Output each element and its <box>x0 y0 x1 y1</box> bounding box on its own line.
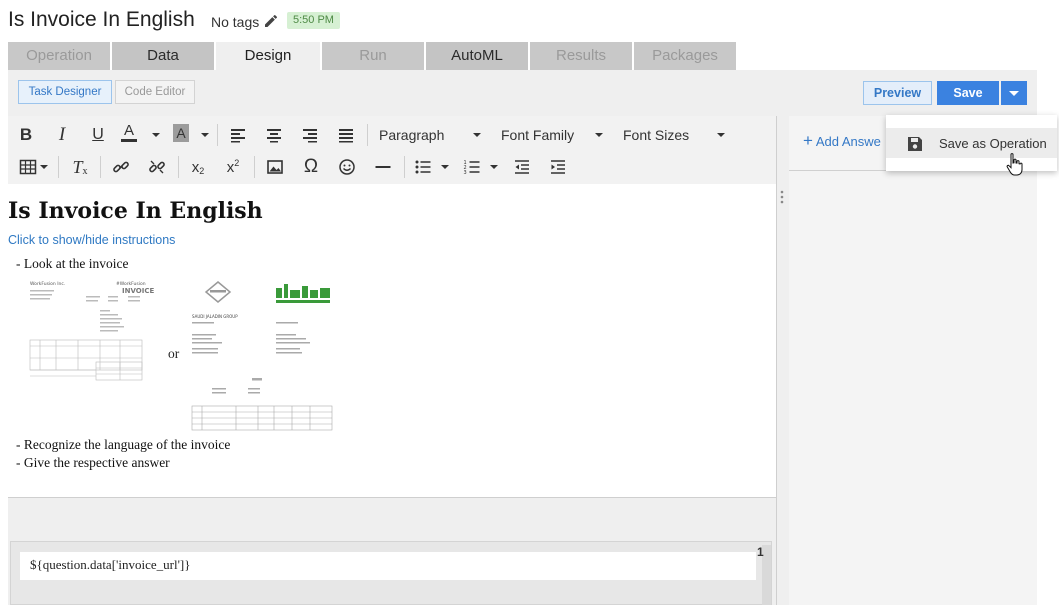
content-heading: Is Invoice In English <box>8 198 263 224</box>
underline-icon[interactable]: U <box>86 123 110 147</box>
invoice-sample-english: WorkFusion Inc. #WorkFusion INVOICE <box>18 276 166 432</box>
instruction-line-2: - Recognize the language of the invoice <box>16 437 231 452</box>
edit-pencil-icon[interactable] <box>263 13 279 29</box>
numbered-list-icon[interactable]: 123 <box>460 155 484 179</box>
tab-data[interactable]: Data <box>112 42 214 70</box>
page-title: Is Invoice In English <box>8 8 195 31</box>
save-dropdown-toggle[interactable] <box>1001 81 1027 105</box>
paragraph-caret-icon[interactable] <box>473 133 481 137</box>
editor-bottom-border <box>8 497 776 498</box>
numbered-list-caret-icon[interactable] <box>490 165 498 169</box>
toolbar-separator <box>178 156 179 178</box>
invoice-a-company: WorkFusion Inc. <box>30 281 65 287</box>
invoice-sample-arabic: SAUDI JALADIN GROUP <box>188 276 334 432</box>
horizontal-line-icon[interactable] <box>371 155 395 179</box>
tags-label[interactable]: No tags <box>211 14 259 30</box>
plus-icon: + <box>803 134 813 149</box>
floppy-disk-icon <box>907 136 923 152</box>
instruction-line-1: - Look at the invoice <box>16 256 129 271</box>
code-editor-button[interactable]: Code Editor <box>115 80 195 104</box>
template-index: 1 <box>757 545 764 559</box>
toolbar-separator <box>404 156 405 178</box>
preview-button[interactable]: Preview <box>863 81 932 105</box>
outdent-icon[interactable] <box>510 155 534 179</box>
bullet-list-caret-icon[interactable] <box>441 165 449 169</box>
special-character-icon[interactable]: Ω <box>299 155 323 179</box>
paragraph-select[interactable]: Paragraph <box>379 127 444 143</box>
font-sizes-caret-icon[interactable] <box>717 133 725 137</box>
subscript-icon[interactable]: x2 <box>186 155 210 179</box>
invoice-b-company: SAUDI JALADIN GROUP <box>192 314 238 319</box>
image-icon[interactable] <box>263 155 287 179</box>
font-family-caret-icon[interactable] <box>595 133 603 137</box>
invoice-a-heading: INVOICE <box>122 287 154 295</box>
subscript-digit: 2 <box>199 166 205 176</box>
clear-formatting-icon[interactable]: Tx <box>68 155 92 179</box>
clear-formatting-x: x <box>82 165 88 177</box>
unlink-icon[interactable] <box>145 155 169 179</box>
toolbar-separator <box>367 124 368 146</box>
or-separator-text: or <box>168 346 180 361</box>
tab-design[interactable]: Design <box>216 42 320 70</box>
align-justify-icon[interactable] <box>334 123 358 147</box>
answers-panel <box>789 116 1037 605</box>
tab-results[interactable]: Results <box>530 42 632 70</box>
italic-icon[interactable]: I <box>50 123 74 147</box>
instruction-line-3: - Give the respective answer <box>16 455 170 470</box>
toolbar-separator <box>58 156 59 178</box>
tab-run[interactable]: Run <box>322 42 424 70</box>
link-icon[interactable] <box>109 155 133 179</box>
splitter-drag-handle-icon[interactable] <box>780 190 784 204</box>
svg-text:3: 3 <box>464 170 467 176</box>
table-icon[interactable] <box>16 155 40 179</box>
toolbar-separator <box>100 156 101 178</box>
superscript-icon[interactable]: x2 <box>221 155 245 179</box>
save-as-operation-label: Save as Operation <box>939 136 1047 151</box>
toolbar-separator <box>217 124 218 146</box>
task-designer-button[interactable]: Task Designer <box>18 80 112 104</box>
emoji-icon[interactable] <box>335 155 359 179</box>
align-right-icon[interactable] <box>298 123 322 147</box>
font-family-select[interactable]: Font Family <box>501 127 574 143</box>
tab-packages[interactable]: Packages <box>634 42 736 70</box>
align-left-icon[interactable] <box>226 123 250 147</box>
indent-icon[interactable] <box>546 155 570 179</box>
background-color-caret-icon[interactable] <box>201 133 209 137</box>
text-color-icon[interactable]: A <box>121 122 137 142</box>
hand-pointer-cursor-icon <box>1006 152 1024 176</box>
save-button[interactable]: Save <box>937 81 999 105</box>
bullet-list-icon[interactable] <box>411 155 435 179</box>
tab-operation[interactable]: Operation <box>8 42 110 70</box>
bold-icon[interactable]: B <box>14 123 38 147</box>
text-color-caret-icon[interactable] <box>152 133 160 137</box>
add-answer-label: Add Answe <box>815 134 881 149</box>
template-expression[interactable]: ${question.data['invoice_url']} <box>30 557 190 573</box>
background-color-icon[interactable]: A <box>173 124 189 142</box>
tab-bar: Operation Data Design Run AutoML Results… <box>8 42 746 70</box>
instructions-toggle-link[interactable]: Click to show/hide instructions <box>8 233 175 247</box>
font-sizes-select[interactable]: Font Sizes <box>623 127 689 143</box>
toolbar-separator <box>254 156 255 178</box>
table-caret-icon[interactable] <box>40 165 48 169</box>
tab-automl[interactable]: AutoML <box>426 42 528 70</box>
time-badge: 5:50 PM <box>287 12 340 29</box>
align-center-icon[interactable] <box>262 123 286 147</box>
superscript-digit: 2 <box>234 158 240 168</box>
add-answer-button[interactable]: + Add Answe <box>803 134 888 149</box>
editor-splitter <box>776 116 777 605</box>
